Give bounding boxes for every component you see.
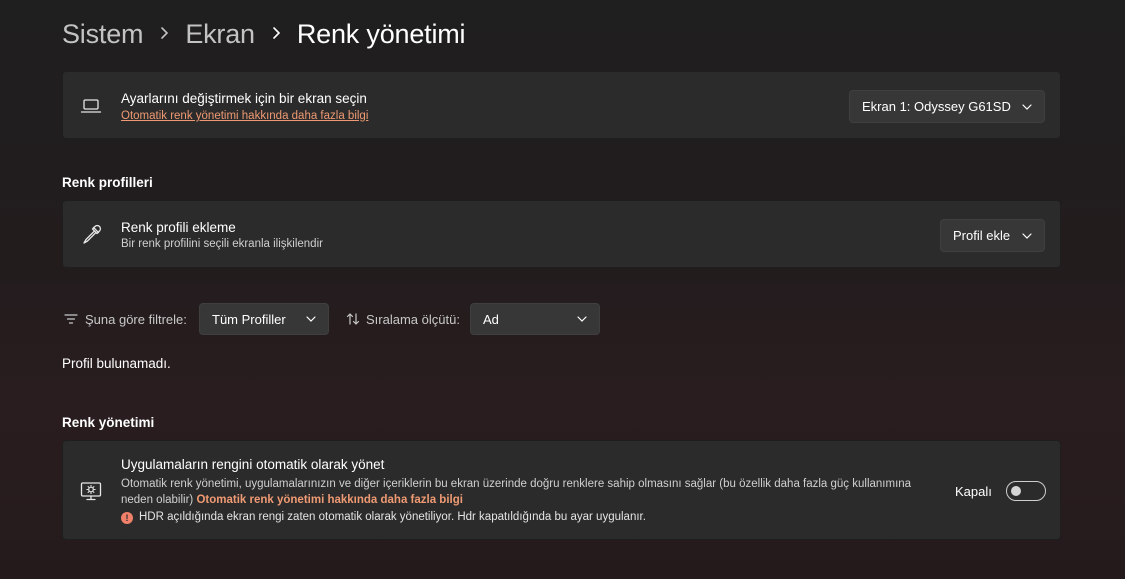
- auto-color-description-block: Otomatik renk yönetimi, uygulamalarınızı…: [121, 476, 921, 508]
- sort-label: Sıralama ölçütü:: [346, 310, 460, 328]
- hdr-warning-text: HDR açıldığında ekran rengi zaten otomat…: [139, 511, 646, 523]
- chevron-down-icon: [1022, 103, 1032, 110]
- filter-dropdown[interactable]: Tüm Profiller: [199, 303, 329, 335]
- toggle-state-label: Kapalı: [955, 484, 992, 499]
- laptop-icon: [79, 94, 103, 118]
- add-profile-subtitle: Bir renk profilini seçili ekranla ilişki…: [121, 238, 323, 250]
- filter-icon: [64, 314, 78, 324]
- filter-label-text: Şuna göre filtrele:: [85, 311, 187, 327]
- color-management-info-link[interactable]: Otomatik renk yönetimi hakkında daha faz…: [121, 110, 368, 122]
- toggle-knob: [1011, 486, 1021, 496]
- sort-label-text: Sıralama ölçütü:: [366, 311, 460, 327]
- add-profile-card: Renk profili ekleme Bir renk profilini s…: [62, 200, 1061, 268]
- auto-color-title: Uygulamaların rengini otomatik olarak yö…: [121, 457, 385, 472]
- chevron-down-icon: [306, 316, 316, 322]
- filter-label: Şuna göre filtrele:: [64, 310, 187, 328]
- add-profile-title: Renk profili ekleme: [121, 220, 236, 235]
- hdr-warning: ! HDR açıldığında ekran rengi zaten otoma…: [121, 511, 646, 524]
- breadcrumb-item-ekran[interactable]: Ekran: [185, 19, 255, 50]
- chevron-down-icon: [577, 316, 587, 322]
- sort-arrows-icon: [346, 313, 360, 325]
- auto-color-management-card: Uygulamaların rengini otomatik olarak yö…: [62, 440, 1061, 540]
- section-title-color-management: Renk yönetimi: [62, 415, 155, 430]
- breadcrumb-chevron-icon: [255, 24, 297, 45]
- display-dropdown-value: Ekran 1: Odyssey G61SD: [862, 99, 1011, 114]
- breadcrumb-chevron-icon: [143, 24, 185, 45]
- display-select-title: Ayarlarını değiştirmek için bir ekran se…: [121, 91, 367, 106]
- breadcrumb: Sistem Ekran Renk yönetimi: [62, 14, 466, 54]
- add-profile-button-label: Profil ekle: [953, 228, 1011, 243]
- eyedropper-icon: [79, 223, 103, 247]
- auto-color-info-link[interactable]: Otomatik renk yönetimi hakkında daha faz…: [196, 494, 462, 506]
- display-dropdown[interactable]: Ekran 1: Odyssey G61SD: [849, 90, 1045, 123]
- add-profile-button[interactable]: Profil ekle: [940, 219, 1045, 252]
- chevron-down-icon: [1022, 232, 1032, 239]
- sort-dropdown[interactable]: Ad: [470, 303, 600, 335]
- auto-color-toggle[interactable]: [1006, 481, 1046, 501]
- page-title: Renk yönetimi: [296, 18, 466, 49]
- filter-dropdown-value: Tüm Profiller: [212, 311, 286, 327]
- empty-profiles-message: Profil bulunamadı.: [62, 356, 171, 371]
- breadcrumb-item-sistem[interactable]: Sistem: [62, 19, 144, 50]
- display-select-card: Ayarlarını değiştirmek için bir ekran se…: [62, 71, 1061, 139]
- sort-dropdown-value: Ad: [483, 311, 499, 327]
- error-circle-icon: !: [121, 512, 133, 524]
- section-title-color-profiles: Renk profilleri: [62, 175, 153, 190]
- display-brightness-icon: [79, 479, 103, 503]
